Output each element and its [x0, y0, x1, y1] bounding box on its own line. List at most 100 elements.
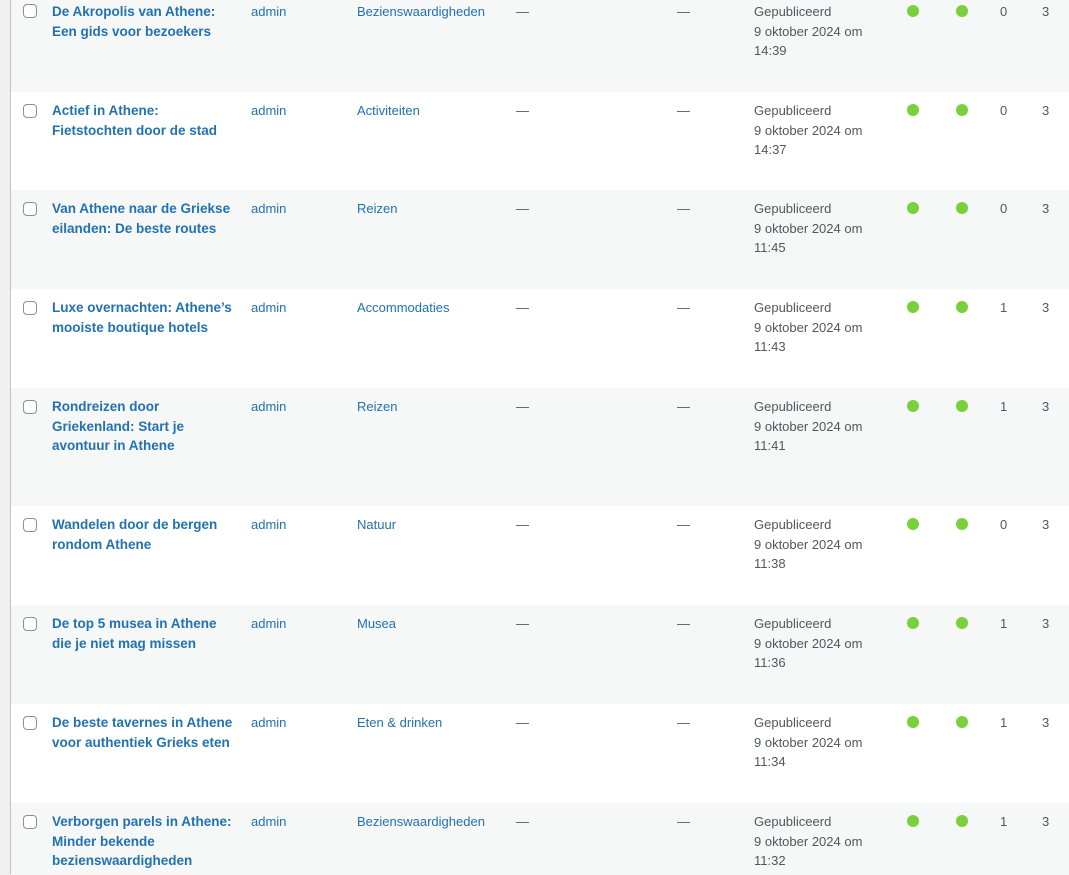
posts-table: De Akropolis van Athene: Een gids voor b… [11, 0, 1069, 875]
seo-score-icon [907, 301, 919, 313]
tags-cell: — [516, 4, 529, 19]
outlinks-count: 3 [1042, 715, 1050, 730]
table-row: Luxe overnachten: Athene’s mooiste bouti… [11, 289, 1069, 388]
category-link[interactable]: Eten & drinken [357, 713, 442, 733]
row-checkbox[interactable] [23, 617, 37, 631]
category-link[interactable]: Bezienswaardigheden [357, 812, 485, 832]
table-row: De beste tavernes in Athene voor authent… [11, 704, 1069, 803]
seo-score-icon [907, 104, 919, 116]
date-text: 9 oktober 2024 om 11:34 [754, 734, 863, 770]
date-cell: Gepubliceerd 9 oktober 2024 om 14:37 [754, 101, 884, 160]
inlinks-count: 1 [1000, 300, 1008, 315]
status-text: Gepubliceerd [754, 814, 832, 829]
comments-cell: — [677, 715, 690, 730]
table-row: De Akropolis van Athene: Een gids voor b… [11, 0, 1069, 92]
inlinks-count: 1 [1000, 814, 1008, 829]
readability-score-icon [956, 5, 968, 17]
status-text: Gepubliceerd [754, 715, 832, 730]
date-text: 9 oktober 2024 om 11:43 [754, 319, 863, 355]
tags-cell: — [516, 814, 529, 829]
outlinks-count: 3 [1042, 201, 1050, 216]
inlinks-count: 1 [1000, 616, 1008, 631]
tags-cell: — [516, 300, 529, 315]
readability-score-icon [956, 617, 968, 629]
row-checkbox[interactable] [23, 716, 37, 730]
date-text: 9 oktober 2024 om 11:38 [754, 536, 863, 572]
date-text: 9 oktober 2024 om 14:37 [754, 122, 863, 158]
author-link[interactable]: admin [251, 101, 286, 121]
comments-cell: — [677, 201, 690, 216]
tags-cell: — [516, 616, 529, 631]
table-row: Verborgen parels in Athene: Minder beken… [11, 803, 1069, 875]
author-link[interactable]: admin [251, 812, 286, 832]
author-link[interactable]: admin [251, 713, 286, 733]
row-checkbox[interactable] [23, 815, 37, 829]
category-link[interactable]: Musea [357, 614, 396, 634]
seo-score-icon [907, 617, 919, 629]
outlinks-count: 3 [1042, 300, 1050, 315]
inlinks-count: 0 [1000, 201, 1008, 216]
row-checkbox[interactable] [23, 400, 37, 414]
status-text: Gepubliceerd [754, 616, 832, 631]
status-text: Gepubliceerd [754, 517, 832, 532]
post-title-link[interactable]: Rondreizen door Griekenland: Start je av… [52, 397, 192, 456]
seo-score-icon [907, 400, 919, 412]
readability-score-icon [956, 202, 968, 214]
table-row: Wandelen door de bergen rondom Athene ad… [11, 506, 1069, 605]
comments-cell: — [677, 103, 690, 118]
tags-cell: — [516, 103, 529, 118]
date-cell: Gepubliceerd 9 oktober 2024 om 14:39 [754, 2, 884, 61]
category-link[interactable]: Accommodaties [357, 298, 449, 318]
inlinks-count: 1 [1000, 399, 1008, 414]
date-text: 9 oktober 2024 om 11:41 [754, 418, 863, 454]
post-title-link[interactable]: De beste tavernes in Athene voor authent… [52, 713, 237, 752]
row-checkbox[interactable] [23, 518, 37, 532]
post-title-link[interactable]: Verborgen parels in Athene: Minder beken… [52, 812, 237, 871]
inlinks-count: 1 [1000, 715, 1008, 730]
status-text: Gepubliceerd [754, 201, 832, 216]
outlinks-count: 3 [1042, 814, 1050, 829]
date-text: 9 oktober 2024 om 11:32 [754, 833, 863, 869]
readability-score-icon [956, 716, 968, 728]
post-title-link[interactable]: De top 5 musea in Athene die je niet mag… [52, 614, 227, 653]
author-link[interactable]: admin [251, 199, 286, 219]
readability-score-icon [956, 104, 968, 116]
author-link[interactable]: admin [251, 614, 286, 634]
seo-score-icon [907, 518, 919, 530]
table-row: Rondreizen door Griekenland: Start je av… [11, 388, 1069, 506]
table-row: Van Athene naar de Griekse eilanden: De … [11, 190, 1069, 289]
seo-score-icon [907, 5, 919, 17]
outlinks-count: 3 [1042, 103, 1050, 118]
post-title-link[interactable]: Van Athene naar de Griekse eilanden: De … [52, 199, 237, 238]
category-link[interactable]: Bezienswaardigheden [357, 2, 485, 22]
date-text: 9 oktober 2024 om 14:39 [754, 23, 863, 59]
readability-score-icon [956, 400, 968, 412]
date-text: 9 oktober 2024 om 11:45 [754, 220, 863, 256]
comments-cell: — [677, 4, 690, 19]
comments-cell: — [677, 616, 690, 631]
row-checkbox[interactable] [23, 104, 37, 118]
category-link[interactable]: Natuur [357, 515, 396, 535]
row-checkbox[interactable] [23, 301, 37, 315]
author-link[interactable]: admin [251, 515, 286, 535]
outlinks-count: 3 [1042, 616, 1050, 631]
outlinks-count: 3 [1042, 4, 1050, 19]
date-cell: Gepubliceerd 9 oktober 2024 om 11:45 [754, 199, 884, 258]
row-checkbox[interactable] [23, 202, 37, 216]
post-title-link[interactable]: Luxe overnachten: Athene’s mooiste bouti… [52, 298, 237, 337]
post-title-link[interactable]: De Akropolis van Athene: Een gids voor b… [52, 2, 237, 41]
seo-score-icon [907, 202, 919, 214]
category-link[interactable]: Reizen [357, 397, 397, 417]
category-link[interactable]: Reizen [357, 199, 397, 219]
post-title-link[interactable]: Wandelen door de bergen rondom Athene [52, 515, 227, 554]
author-link[interactable]: admin [251, 2, 286, 22]
date-cell: Gepubliceerd 9 oktober 2024 om 11:43 [754, 298, 884, 357]
row-checkbox[interactable] [23, 4, 37, 18]
author-link[interactable]: admin [251, 298, 286, 318]
author-link[interactable]: admin [251, 397, 286, 417]
status-text: Gepubliceerd [754, 399, 832, 414]
category-link[interactable]: Activiteiten [357, 101, 420, 121]
comments-cell: — [677, 300, 690, 315]
post-title-link[interactable]: Actief in Athene: Fietstochten door de s… [52, 101, 237, 140]
inlinks-count: 0 [1000, 4, 1008, 19]
